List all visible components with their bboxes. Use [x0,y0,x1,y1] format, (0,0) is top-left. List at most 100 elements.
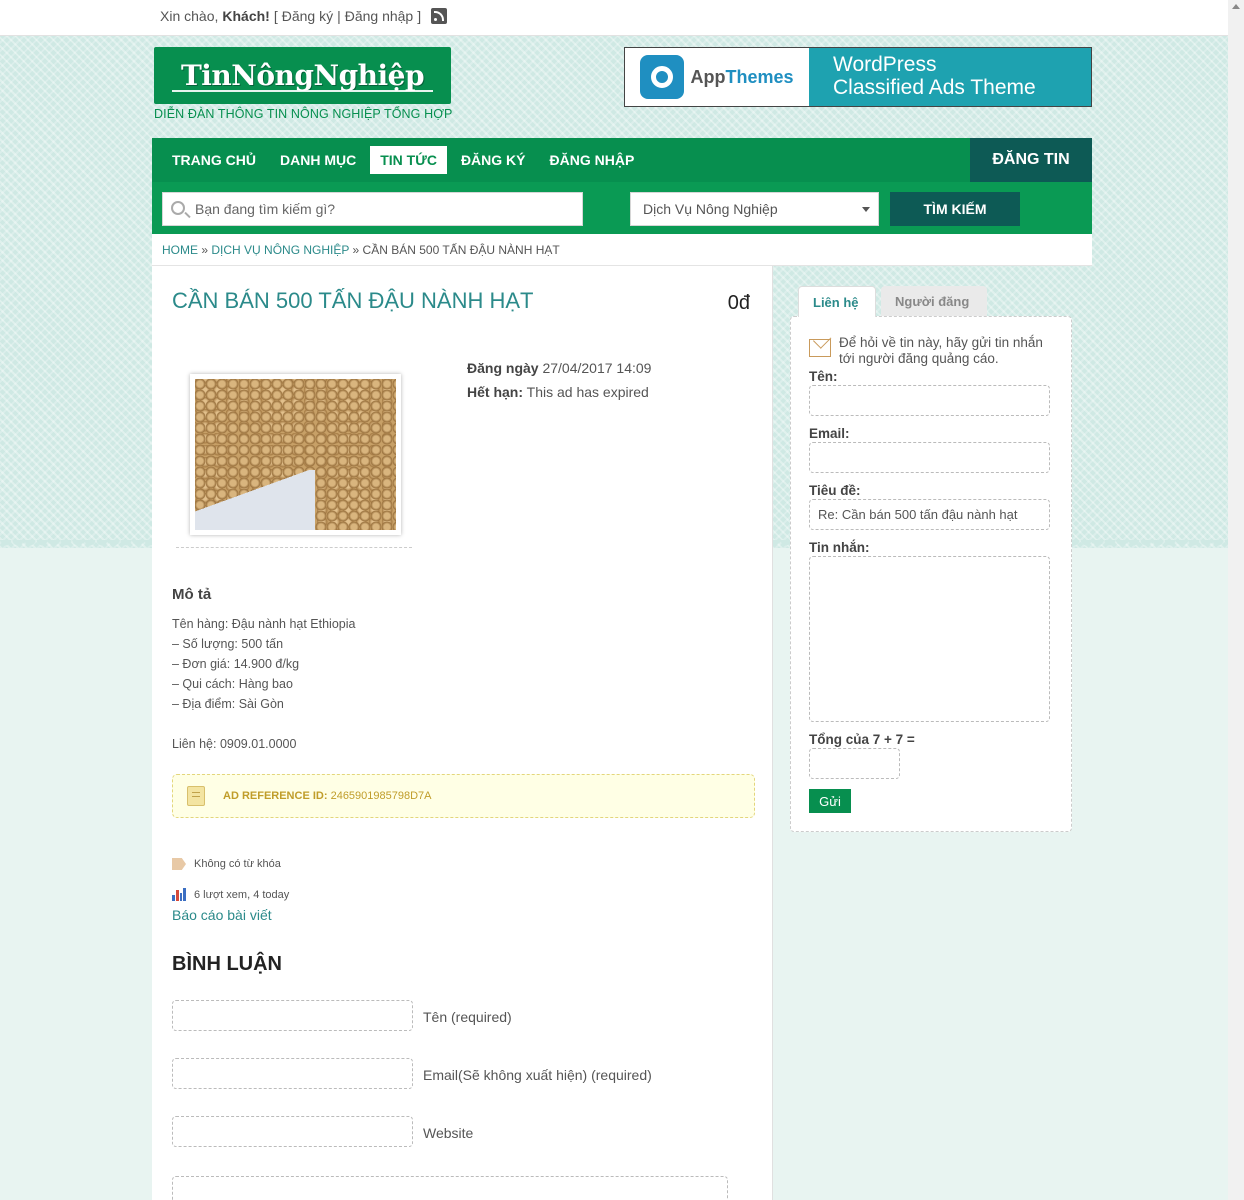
description-line: – Qui cách: Hàng bao [172,677,293,691]
nav-item-register[interactable]: ĐĂNG KÝ [451,146,536,174]
page-container: TRANG CHỦ DANH MỤC TIN TỨC ĐĂNG KÝ ĐĂNG … [152,138,1092,1200]
expires-label: Hết hạn: [467,384,523,400]
comment-name-label: Tên (required) [423,1009,512,1025]
description-body: Tên hàng: Đậu nành hạt Ethiopia – Số lượ… [172,614,355,754]
greeting-user: Khách! [222,8,270,24]
ad-reference-box: AD REFERENCE ID: 2465901985798D7A [172,774,755,818]
tab-contact[interactable]: Liên hệ [798,286,876,317]
nav-item-news[interactable]: TIN TỨC [370,146,447,174]
expires-value: This ad has expired [526,384,649,400]
comment-email-label: Email(Sẽ không xuất hiện) (required) [423,1067,652,1083]
nav-item-login[interactable]: ĐĂNG NHẬP [540,146,645,174]
site-tagline: DIỄN ĐÀN THÔNG TIN NÔNG NGHIỆP TỔNG HỢP [154,107,453,121]
register-link[interactable]: Đăng ký [282,8,333,24]
ad-banner[interactable]: AppThemes WordPress Classified Ads Theme [624,47,1092,107]
tags-text: Không có từ khóa [194,858,281,870]
comment-email-input[interactable] [172,1058,413,1089]
search-bar: Bạn đang tìm kiếm gì? Dịch Vụ Nông Nghiệ… [152,182,1092,234]
contact-name-input[interactable] [809,385,1050,416]
banner-brand-part1: App [690,66,726,87]
chevron-down-icon [862,207,870,212]
contact-email-input[interactable] [809,442,1050,473]
gear-icon [640,55,685,99]
page-title: CẦN BÁN 500 TẤN ĐẬU NÀNH HẠT [172,288,534,313]
page-scrollbar[interactable] [1228,0,1244,1200]
banner-brand: AppThemes [625,48,809,106]
captcha-input[interactable] [809,748,900,779]
breadcrumb-sep: » [201,243,209,257]
description-line: – Số lượng: 500 tấn [172,637,284,651]
breadcrumb-home[interactable]: HOME [162,243,198,257]
comment-website-input[interactable] [172,1116,413,1147]
report-post-link[interactable]: Báo cáo bài viết [172,907,272,923]
post-ad-button[interactable]: ĐĂNG TIN [970,138,1092,182]
nav-item-home[interactable]: TRANG CHỦ [162,146,266,174]
posted-value: 27/04/2017 14:09 [542,360,652,376]
description-line: Tên hàng: Đậu nành hạt Ethiopia [172,617,356,631]
contact-subject-label: Tiêu đề: [809,483,861,498]
category-select[interactable]: Dịch Vụ Nông Nghiệp [630,192,879,226]
ad-price: 0đ [727,292,750,314]
comment-name-input[interactable] [172,1000,413,1031]
contact-form: Để hỏi về tin này, hãy gửi tin nhắn tới … [790,316,1072,832]
breadcrumb-current: CẦN BÁN 500 TẤN ĐẬU NÀNH HẠT [362,243,560,257]
ad-meta: Đăng ngày 27/04/2017 14:09 Hết hạn: This… [467,356,651,404]
sidebar: Liên hệ Người đăng Để hỏi về tin này, hã… [774,266,1092,1200]
posted-label: Đăng ngày [467,360,539,376]
contact-intro: Để hỏi về tin này, hãy gửi tin nhắn tới … [839,335,1043,366]
contact-message-label: Tin nhắn: [809,540,870,555]
ad-reference-value: 2465901985798D7A [330,790,432,802]
banner-text: WordPress Classified Ads Theme [809,48,1091,106]
bracket-open: [ [273,8,278,24]
main-nav: TRANG CHỦ DANH MỤC TIN TỨC ĐĂNG KÝ ĐĂNG … [152,138,1092,182]
ad-photo-frame[interactable] [190,374,401,535]
views-text: 6 lượt xem, 4 today [194,888,290,901]
breadcrumb-category[interactable]: DỊCH VỤ NÔNG NGHIỆP [211,243,349,257]
scroll-up-arrow-icon[interactable] [1232,4,1240,9]
banner-brand-part2: Themes [725,66,794,87]
send-message-button[interactable]: Gửi [809,789,851,813]
bracket-close: ] [417,8,422,24]
login-link[interactable]: Đăng nhập [345,8,414,24]
ad-views: 6 lượt xem, 4 today [172,888,289,901]
greeting-text: Xin chào, [160,8,219,24]
photo-divider [176,547,412,548]
comment-website-label: Website [423,1125,474,1141]
banner-brand-name: AppThemes [690,67,793,88]
contact-subject-input[interactable]: Re: Cần bán 500 tấn đậu nành hạt [809,499,1050,530]
topbar-separator: | [337,8,341,24]
tab-poster[interactable]: Người đăng [881,286,987,317]
contact-message-textarea[interactable] [809,556,1050,722]
category-select-value: Dịch Vụ Nông Nghiệp [643,201,778,217]
rss-icon[interactable] [431,8,448,24]
logo-underline [172,90,433,92]
search-button[interactable]: TÌM KIẾM [890,192,1020,226]
logo-text: TinNôngNghiệp [180,59,425,92]
description-line: Liên hệ: 0909.01.0000 [172,737,297,751]
comment-textarea[interactable] [172,1176,728,1200]
ad-tags: Không có từ khóa [172,858,281,870]
description-line: – Đơn giá: 14.900 đ/kg [172,657,300,671]
description-heading: Mô tả [172,586,212,603]
search-input[interactable]: Bạn đang tìm kiếm gì? [162,192,583,226]
contact-email-label: Email: [809,426,850,441]
soybean-photo[interactable] [195,379,396,530]
banner-line-2: Classified Ads Theme [833,76,1036,99]
site-logo[interactable]: TinNôngNghiệp [154,47,451,104]
breadcrumb: HOME » DỊCH VỤ NÔNG NGHIỆP » CẦN BÁN 500… [152,234,1092,266]
nav-item-categories[interactable]: DANH MỤC [270,146,366,174]
description-line: – Địa điểm: Sài Gòn [172,697,284,711]
comments-heading: BÌNH LUẬN [172,953,282,975]
tag-icon [172,858,186,870]
contact-name-label: Tên: [809,369,838,384]
note-icon [187,786,205,806]
bar-chart-icon [172,888,186,901]
top-bar: Xin chào, Khách! [ Đăng ký | Đăng nhập ] [0,0,1244,36]
mail-icon [809,339,831,357]
captcha-label: Tổng của 7 + 7 = [809,732,915,747]
ad-reference-label: AD REFERENCE ID: [223,790,328,802]
banner-line-1: WordPress [833,53,937,76]
search-icon [171,201,185,215]
ad-content: CẦN BÁN 500 TẤN ĐẬU NÀNH HẠT 0đ Đăng ngà… [152,266,773,1200]
breadcrumb-sep: » [352,243,360,257]
